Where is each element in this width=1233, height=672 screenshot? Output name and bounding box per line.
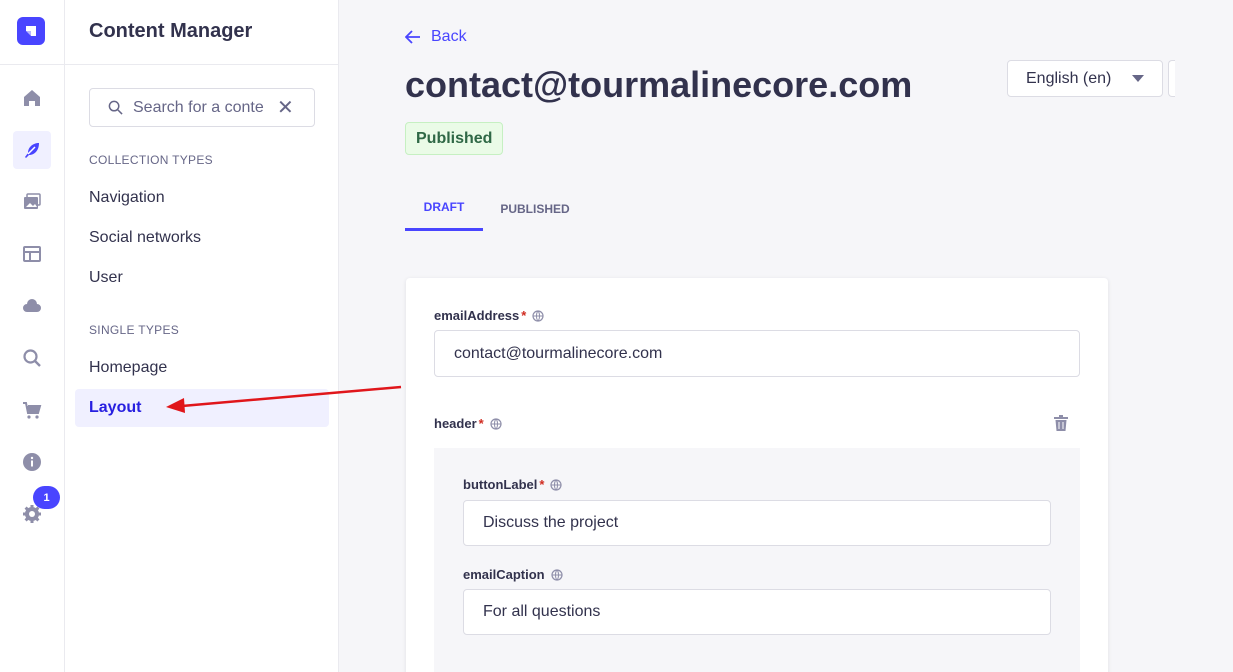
- locale-value: English (en): [1026, 69, 1112, 87]
- email-caption-label-text: emailCaption: [463, 567, 545, 582]
- email-caption-label: emailCaption: [463, 567, 563, 582]
- annotation-arrow: [166, 385, 402, 413]
- caret-down-icon: [1132, 75, 1144, 82]
- trash-icon[interactable]: [1054, 415, 1068, 431]
- header-label-text: header: [434, 416, 477, 431]
- search-input[interactable]: Search for a conte ✕: [89, 88, 315, 127]
- tab-published[interactable]: PUBLISHED: [492, 186, 578, 231]
- content-manager-subnav: Content Manager Search for a conte ✕ COL…: [65, 0, 339, 672]
- globe-icon: [551, 568, 563, 581]
- page-title: contact@tourmalinecore.com: [405, 64, 913, 105]
- clear-search-icon[interactable]: ✕: [277, 98, 294, 118]
- layout-icon[interactable]: [13, 235, 51, 273]
- search-icon: [108, 100, 123, 115]
- notification-badge: 1: [33, 486, 60, 509]
- subnav-title: Content Manager: [89, 20, 253, 42]
- required-marker: *: [539, 477, 545, 492]
- globe-icon: [550, 478, 563, 491]
- rail-divider: [0, 64, 65, 65]
- email-address-label-text: emailAddress: [434, 308, 520, 323]
- info-icon[interactable]: [13, 443, 51, 481]
- collection-types-label: COLLECTION TYPES: [89, 153, 213, 167]
- media-library-icon[interactable]: [13, 183, 51, 221]
- nav-item-social-networks[interactable]: Social networks: [75, 219, 329, 257]
- email-address-field[interactable]: contact@tourmalinecore.com: [434, 330, 1080, 377]
- button-label-label-text: buttonLabel: [463, 477, 538, 492]
- button-label-field[interactable]: Discuss the project: [463, 500, 1051, 546]
- back-label: Back: [431, 28, 467, 45]
- tab-draft[interactable]: DRAFT: [405, 186, 483, 231]
- globe-icon: [490, 417, 502, 430]
- cloud-icon[interactable]: [13, 287, 51, 325]
- required-marker: *: [521, 308, 527, 323]
- strapi-logo-icon[interactable]: [17, 17, 45, 45]
- required-marker: *: [478, 416, 484, 431]
- locale-select[interactable]: English (en): [1007, 60, 1163, 97]
- viewport-edge: [1175, 0, 1233, 672]
- cart-icon[interactable]: [13, 391, 51, 429]
- nav-item-user[interactable]: User: [75, 259, 329, 297]
- email-caption-field[interactable]: For all questions: [463, 589, 1051, 635]
- email-address-label: emailAddress *: [434, 308, 544, 323]
- feather-icon[interactable]: [13, 131, 51, 169]
- subnav-divider: [65, 64, 339, 65]
- single-types-label: SINGLE TYPES: [89, 323, 180, 337]
- header-label: header *: [434, 416, 502, 431]
- globe-icon: [532, 309, 544, 322]
- arrow-left-icon: [405, 30, 420, 44]
- status-badge: Published: [405, 122, 504, 155]
- home-icon[interactable]: [13, 79, 51, 117]
- main-nav-rail: 1: [0, 0, 65, 672]
- nav-item-navigation[interactable]: Navigation: [75, 179, 329, 217]
- search-placeholder: Search for a conte: [133, 98, 264, 116]
- search-icon[interactable]: [13, 339, 51, 377]
- back-link[interactable]: Back: [405, 28, 467, 46]
- button-label-label: buttonLabel *: [463, 477, 563, 492]
